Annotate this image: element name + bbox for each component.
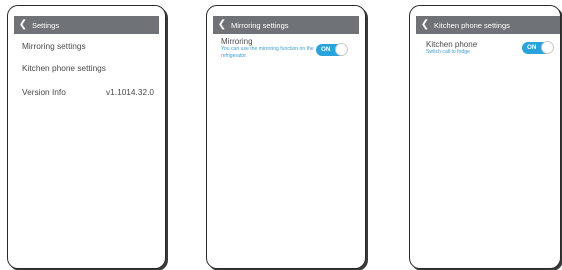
mirroring-setting-description: You can use the mirroring function on th… — [221, 46, 314, 59]
mirroring-toggle[interactable]: ON — [316, 43, 348, 56]
kitchen-phone-setting-title: Kitchen phone — [426, 40, 478, 49]
menu-item-kitchen-phone-settings[interactable]: Kitchen phone settings — [22, 63, 106, 73]
toggle-knob — [335, 43, 348, 56]
mirroring-settings-screen: ❮ Mirroring settings Mirroring You can u… — [206, 5, 366, 269]
kitchen-phone-toggle[interactable]: ON — [522, 41, 554, 54]
mirroring-settings-title: Mirroring settings — [231, 20, 289, 30]
back-chevron-icon[interactable]: ❮ — [213, 16, 231, 34]
settings-title: Settings — [32, 20, 60, 30]
back-chevron-icon[interactable]: ❮ — [14, 16, 32, 34]
settings-screen: ❮ Settings Mirroring settings Kitchen ph… — [7, 5, 166, 269]
settings-header: ❮ Settings — [14, 16, 159, 34]
mirroring-header: ❮ Mirroring settings — [213, 16, 359, 34]
version-info-value: v1.1014.32.0 — [106, 87, 154, 97]
toggle-on-label: ON — [321, 46, 331, 53]
toggle-on-label: ON — [527, 44, 537, 51]
kitchen-phone-setting-description: Switch call to fridge — [426, 49, 470, 55]
version-info-label: Version Info — [22, 87, 66, 97]
kitchen-phone-header: ❮ Kitchen phone settings — [416, 16, 560, 34]
mirroring-setting-title: Mirroring — [221, 37, 253, 46]
version-info-row: Version Info v1.1014.32.0 — [22, 87, 154, 97]
menu-item-mirroring-settings[interactable]: Mirroring settings — [22, 41, 86, 51]
screenshot-stage: ❮ Settings Mirroring settings Kitchen ph… — [0, 0, 562, 270]
back-chevron-icon[interactable]: ❮ — [416, 16, 434, 34]
kitchen-phone-settings-screen: ❮ Kitchen phone settings Kitchen phone S… — [409, 5, 561, 269]
kitchen-phone-settings-title: Kitchen phone settings — [434, 20, 510, 30]
toggle-knob — [541, 41, 554, 54]
